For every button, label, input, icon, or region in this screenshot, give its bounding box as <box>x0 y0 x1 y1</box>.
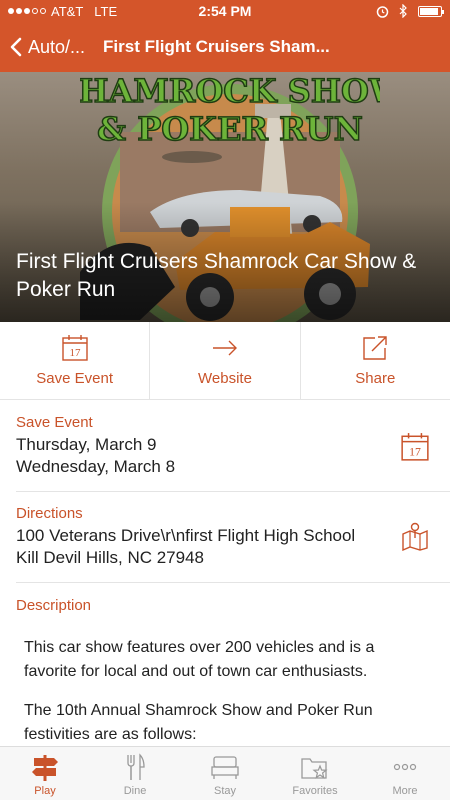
description-section: Description <box>16 597 434 617</box>
directions-heading: Directions <box>16 505 83 522</box>
directions-section[interactable]: Directions 100 Veterans Drive\r\nfirst F… <box>16 505 434 569</box>
description-paragraph: The 10th Annual Shamrock Show and Poker … <box>24 702 373 743</box>
divider <box>16 491 450 492</box>
tab-play[interactable]: Play <box>0 747 90 800</box>
calendar-icon: 17 <box>61 335 88 361</box>
calendar-icon[interactable]: 17 <box>400 432 430 462</box>
description-body: This car show features over 200 vehicles… <box>24 636 424 762</box>
event-hero-image: SHAMROCK SHOW & POKER RUN First Flight C… <box>0 72 450 322</box>
description-paragraph: This car show features over 200 vehicles… <box>24 639 375 680</box>
more-icon <box>393 763 417 771</box>
back-label: Auto/... <box>28 36 86 57</box>
event-title: First Flight Cruisers Shamrock Car Show … <box>16 250 417 301</box>
save-event-button[interactable]: 17 Save Event <box>0 322 149 399</box>
calendar-day: 17 <box>409 446 421 459</box>
battery-icon <box>418 5 444 17</box>
tab-dine[interactable]: Dine <box>90 747 180 800</box>
tab-stay-label: Stay <box>213 785 236 797</box>
map-pin-icon[interactable] <box>400 521 430 551</box>
status-right <box>282 4 444 18</box>
tab-favorites-label: Favorites <box>292 785 338 797</box>
network-label: LTE <box>94 3 118 19</box>
event-date-2: Wednesday, March 8 <box>16 457 176 476</box>
logo-text-1: SHAMROCK SHOW <box>80 72 380 110</box>
chevron-left-icon <box>10 37 22 57</box>
nav-title: First Flight Cruisers Sham... <box>103 37 330 56</box>
tab-more-label: More <box>392 785 418 797</box>
website-label: Website <box>198 370 252 387</box>
share-button[interactable]: Share <box>299 322 450 399</box>
status-bar: AT&T LTE 2:54 PM <box>0 0 450 22</box>
alarm-icon <box>376 5 389 18</box>
save-event-section[interactable]: Save Event Thursday, March 9 Wednesday, … <box>16 414 434 478</box>
back-button[interactable]: Auto/... <box>10 37 85 58</box>
address-line-1: 100 Veterans Drive\r\nfirst Flight High … <box>16 526 356 545</box>
tab-play-label: Play <box>34 785 56 797</box>
bluetooth-icon <box>399 4 407 18</box>
carrier-label: AT&T <box>51 3 84 19</box>
battery-level <box>420 7 438 15</box>
tab-dine-label: Dine <box>123 785 147 797</box>
signal-icon <box>8 8 46 14</box>
save-event-label: Save Event <box>36 370 114 387</box>
share-label: Share <box>355 370 396 387</box>
bed-icon <box>211 756 239 779</box>
action-row: 17 Save Event Website Share <box>0 322 450 400</box>
status-left: AT&T LTE <box>8 4 168 19</box>
save-event-heading: Save Event <box>16 414 93 431</box>
fork-knife-icon <box>127 753 145 780</box>
folder-star-icon <box>301 758 328 779</box>
event-date-1: Thursday, March 9 <box>16 435 157 454</box>
calendar-day: 17 <box>69 347 81 359</box>
divider <box>16 582 450 583</box>
logo-text-2: & POKER RUN <box>97 110 363 148</box>
tab-stay[interactable]: Stay <box>180 747 270 800</box>
description-heading: Description <box>16 597 92 614</box>
address-line-2: Kill Devil Hills, NC 27948 <box>16 548 205 567</box>
status-time: 2:54 PM <box>198 3 252 19</box>
tab-more[interactable]: More <box>360 747 450 800</box>
share-icon <box>363 336 388 360</box>
arrow-right-icon <box>212 340 237 356</box>
signpost-icon <box>32 755 58 781</box>
nav-bar: Auto/... First Flight Cruisers Sham... <box>0 22 450 72</box>
tab-bar: Play Dine Stay Favorites More <box>0 746 450 800</box>
tab-favorites[interactable]: Favorites <box>270 747 360 800</box>
website-button[interactable]: Website <box>149 322 299 399</box>
